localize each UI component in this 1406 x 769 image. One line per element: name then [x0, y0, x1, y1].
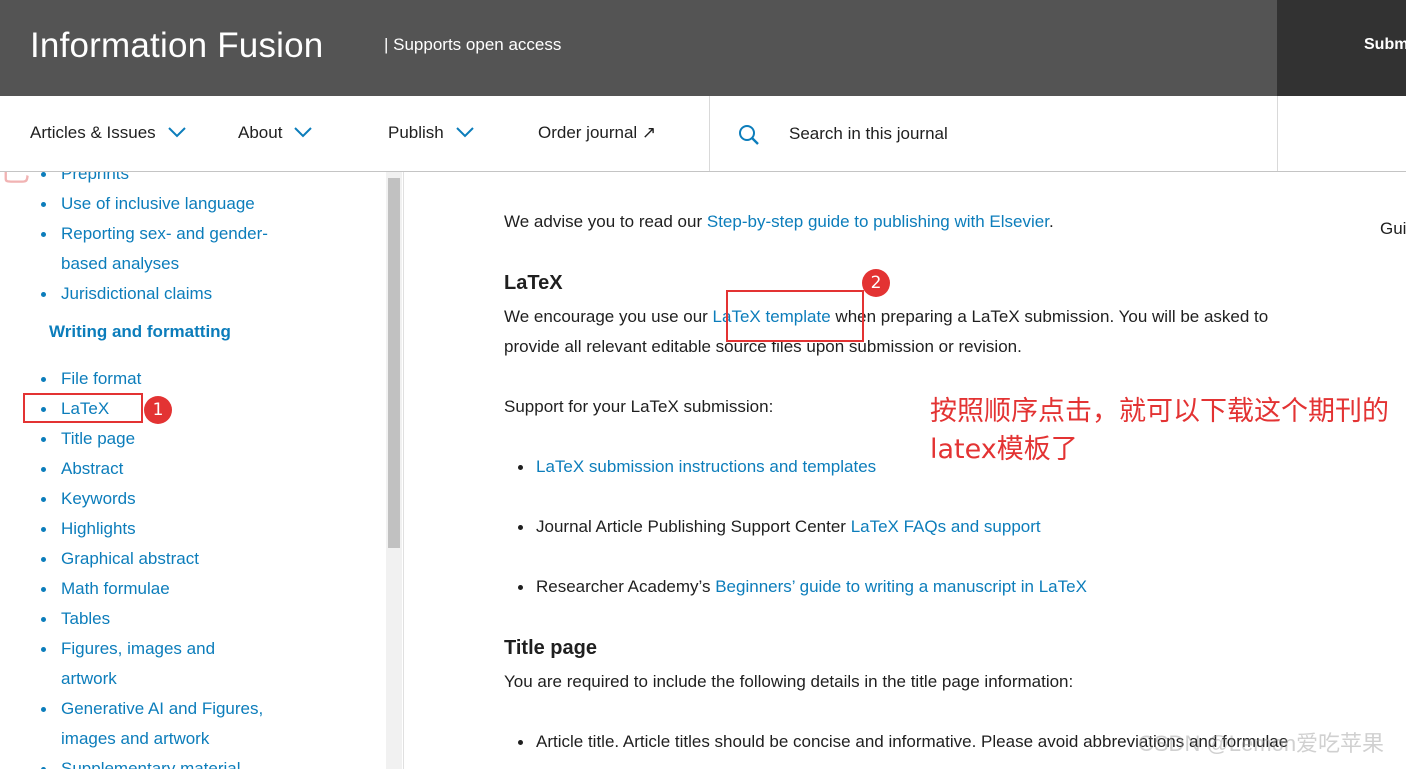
- sidebar-heading-writing[interactable]: Writing and formatting: [49, 322, 231, 342]
- sidebar-item-tables[interactable]: Tables: [40, 604, 110, 634]
- nav-about[interactable]: About: [238, 123, 313, 143]
- sidebar-item-figures-cont[interactable]: artwork: [61, 664, 117, 694]
- annotation-box-latex-template: [726, 290, 864, 342]
- nav-about-label: About: [238, 123, 283, 142]
- chevron-down-icon: [167, 123, 186, 143]
- sidebar-item-generative-ai-cont[interactable]: images and artwork: [61, 724, 209, 754]
- guide-sidebar: 己 Preprints Use of inclusive language Re…: [0, 172, 404, 769]
- open-access-label: | Supports open access: [384, 35, 562, 54]
- nav-publish[interactable]: Publish: [388, 123, 474, 143]
- chevron-down-icon: [456, 123, 474, 143]
- journal-search-input[interactable]: [789, 121, 1259, 147]
- sidebar-item-generative-ai[interactable]: Generative AI and Figures,: [40, 694, 263, 724]
- chevron-down-icon: [294, 123, 313, 143]
- support-center-text: Journal Article Publishing Support Cente…: [536, 517, 851, 536]
- sidebar-item-graphical-abstract[interactable]: Graphical abstract: [41, 544, 199, 574]
- researcher-academy-text: Researcher Academy’s: [536, 577, 716, 596]
- nav-order-label: Order journal ↗: [538, 123, 657, 142]
- title-page-text: You are required to include the followin…: [504, 672, 1074, 691]
- list-item: LaTeX submission instructions and templa…: [517, 452, 876, 482]
- sidebar-item-preprints[interactable]: Preprints: [40, 172, 129, 189]
- step-by-step-guide-link[interactable]: Step-by-step guide to publishing with El…: [707, 212, 1049, 231]
- sidebar-item-highlights[interactable]: Highlights: [41, 514, 136, 544]
- latex-paragraph-line1: We encourage you use our LaTeX template …: [504, 302, 1268, 332]
- sidebar-item-sex-gender[interactable]: Reporting sex- and gender-: [41, 219, 268, 249]
- journal-title[interactable]: Information Fusion: [30, 26, 323, 66]
- watermark: CSDN @Lemon爱吃苹果: [1138, 731, 1385, 756]
- latex-faqs-link[interactable]: LaTeX FAQs and support: [851, 517, 1041, 536]
- advise-suffix: .: [1048, 212, 1054, 231]
- sidebar-item-title-page[interactable]: Title page: [40, 424, 135, 454]
- sidebar-item-file-format[interactable]: File format: [40, 364, 141, 394]
- nav-divider: [1277, 96, 1278, 171]
- nav-articles-label: Articles & Issues: [30, 123, 156, 142]
- journal-header: Information Fusion | Supports open acces…: [0, 0, 1406, 96]
- guide-content: We advise you to read our Step-by-step g…: [404, 172, 1406, 769]
- list-item: Journal Article Publishing Support Cente…: [518, 512, 1041, 542]
- sidebar-scroll-thumb[interactable]: [388, 178, 400, 548]
- nav-order-journal[interactable]: Order journal ↗: [538, 123, 656, 143]
- annotation-box-latex-sidebar: [23, 393, 143, 423]
- nav-publish-label: Publish: [388, 123, 444, 142]
- annotation-badge-2: 2: [862, 269, 890, 297]
- advise-paragraph: We advise you to read our Step-by-step g…: [504, 207, 1054, 237]
- pink-mark: 己: [0, 172, 30, 190]
- sidebar-item-jurisdictional[interactable]: Jurisdictional claims: [40, 279, 212, 309]
- annotation-note: 按照顺序点击，就可以下载这个期刊的latex模板了: [930, 396, 1389, 465]
- latex-text-cont: when preparing a LaTeX submission. You w…: [830, 307, 1269, 326]
- latex-heading: LaTeX: [504, 272, 563, 294]
- title-page-heading: Title page: [504, 637, 597, 659]
- latex-instructions-link[interactable]: LaTeX submission instructions and templa…: [536, 457, 876, 476]
- annotation-badge-1: 1: [144, 396, 172, 424]
- advise-text: We advise you to read our: [504, 212, 707, 231]
- nav-divider: [709, 96, 710, 171]
- list-item: Researcher Academy’s Beginners’ guide to…: [518, 572, 1087, 602]
- sidebar-item-keywords[interactable]: Keywords: [41, 484, 136, 514]
- sidebar-item-supplementary[interactable]: Supplementary material: [41, 754, 241, 769]
- submit-area: Subm: [1277, 0, 1406, 96]
- sidebar-item-inclusive-language[interactable]: Use of inclusive language: [41, 189, 255, 219]
- sidebar-item-figures[interactable]: Figures, images and: [40, 634, 215, 664]
- support-text: Support for your LaTeX submission:: [504, 397, 774, 416]
- submit-button[interactable]: Subm: [1364, 36, 1406, 54]
- sidebar-item-sex-gender-cont[interactable]: based analyses: [61, 249, 179, 279]
- nav-articles-issues[interactable]: Articles & Issues: [30, 123, 186, 143]
- beginners-guide-link[interactable]: Beginners’ guide to writing a manuscript…: [715, 577, 1087, 596]
- sidebar-item-abstract[interactable]: Abstract: [40, 454, 123, 484]
- sidebar-item-math-formulae[interactable]: Math formulae: [41, 574, 170, 604]
- latex-text: We encourage you use our: [504, 307, 713, 326]
- search-icon[interactable]: [738, 124, 760, 151]
